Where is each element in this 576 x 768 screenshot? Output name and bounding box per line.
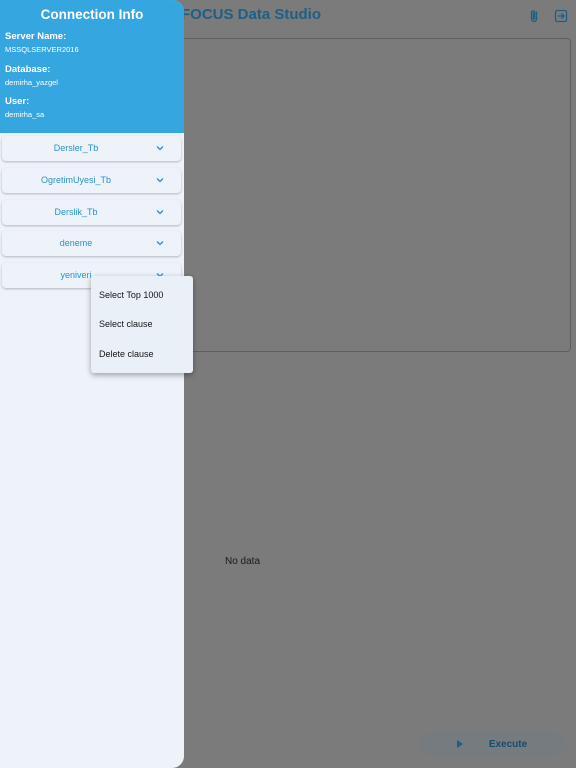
play-icon bbox=[456, 740, 463, 748]
drawer-title: Connection Info bbox=[40, 7, 144, 22]
execute-button[interactable]: Execute bbox=[418, 732, 566, 756]
table-actions-menu: Select Top 1000 Select clause Delete cla… bbox=[91, 276, 193, 373]
chevron-down-icon[interactable] bbox=[156, 208, 164, 216]
table-item-ogretimuyesi[interactable]: OgretimUyesi_Tb bbox=[2, 168, 181, 193]
table-name: deneme bbox=[59, 238, 93, 248]
drawer-header: Connection Info Server Name: MSSQLSERVER… bbox=[0, 0, 184, 133]
menu-item-delete-clause[interactable]: Delete clause bbox=[99, 349, 154, 359]
table-item-derslik[interactable]: Derslik_Tb bbox=[2, 200, 181, 225]
table-item-dersler[interactable]: Dersler_Tb bbox=[2, 136, 181, 161]
menu-item-select-top-1000[interactable]: Select Top 1000 bbox=[99, 290, 163, 300]
connection-drawer: Connection Info Server Name: MSSQLSERVER… bbox=[0, 0, 184, 768]
server-name-value: MSSQLSERVER2016 bbox=[5, 45, 79, 54]
execute-label: Execute bbox=[488, 738, 528, 750]
exit-icon[interactable] bbox=[553, 8, 569, 24]
menu-item-select-clause[interactable]: Select clause bbox=[99, 319, 153, 329]
no-data-text: No data bbox=[225, 556, 261, 567]
database-value: demirha_yazgel bbox=[5, 78, 58, 87]
chevron-down-icon[interactable] bbox=[156, 144, 164, 152]
server-name-label: Server Name: bbox=[5, 31, 67, 42]
query-editor[interactable] bbox=[150, 38, 571, 352]
table-name: OgretimUyesi_Tb bbox=[40, 175, 112, 185]
chevron-down-icon[interactable] bbox=[156, 239, 164, 247]
table-item-deneme[interactable]: deneme bbox=[2, 231, 181, 256]
app-title: FOCUS Data Studio bbox=[181, 6, 322, 23]
table-name: Derslik_Tb bbox=[54, 207, 98, 217]
database-label: Database: bbox=[5, 64, 51, 75]
table-name: Dersler_Tb bbox=[53, 143, 99, 153]
user-label: User: bbox=[5, 96, 30, 107]
user-value: demirha_sa bbox=[5, 110, 45, 119]
chevron-down-icon[interactable] bbox=[156, 176, 164, 184]
attach-icon[interactable] bbox=[526, 8, 542, 24]
